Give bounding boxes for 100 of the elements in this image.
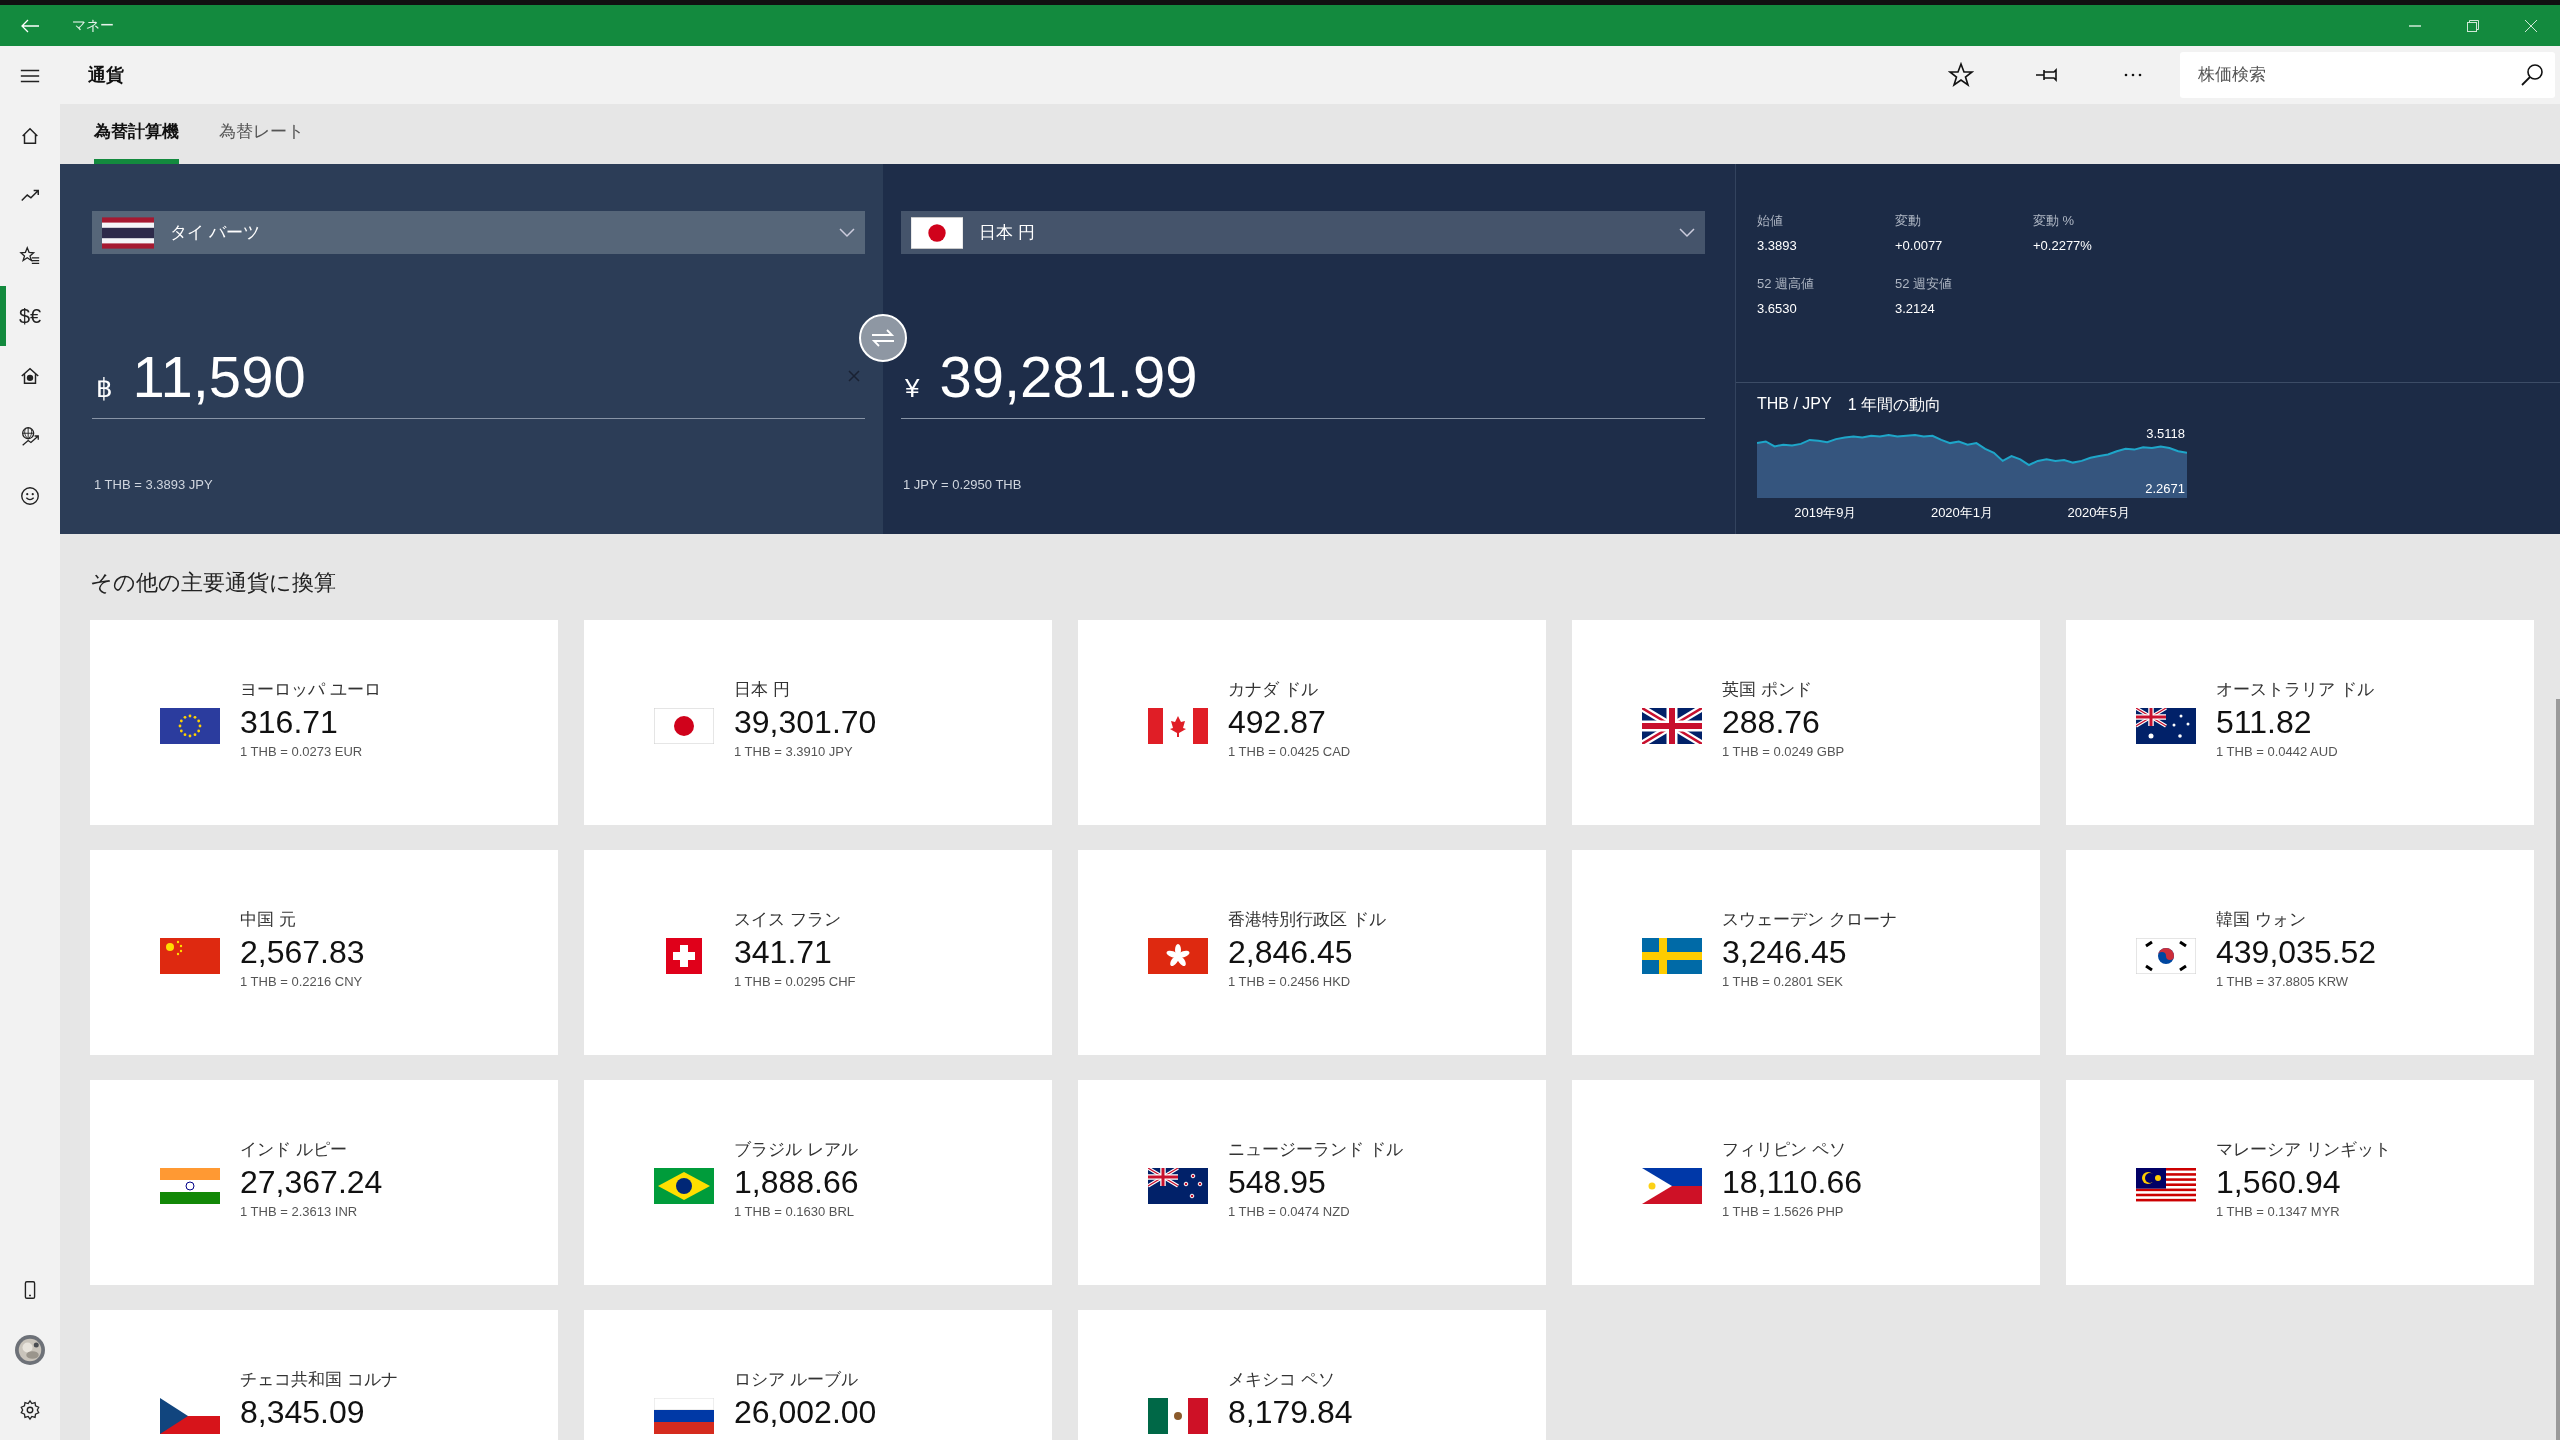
stat-value: +0.2277% (2033, 238, 2093, 253)
currency-card[interactable]: 香港特別行政区 ドル 2,846.45 1 THB = 0.2456 HKD (1078, 850, 1546, 1055)
flag-icon (654, 1168, 714, 1204)
currency-card[interactable]: カナダ ドル 492.87 1 THB = 0.0425 CAD (1078, 620, 1546, 825)
exchange-rate: 1 THB = 3.3893 JPY (93, 477, 214, 492)
currency-icon: $€ (18, 304, 42, 328)
converted-amount: 548.95 (1228, 1163, 1327, 1202)
stat-value: 3.3893 (1757, 238, 1798, 253)
star-list-icon (19, 245, 41, 267)
swap-button[interactable] (859, 314, 907, 362)
exchange-rate: 1 THB = 0.2456 HKD (1228, 973, 1352, 991)
converted-amount: 1,560.94 (2216, 1163, 2342, 1202)
currency-name: スイス フラン (734, 909, 842, 931)
page-title: 通貨 (88, 64, 124, 87)
flag-icon (1148, 938, 1208, 974)
converted-amount: 2,846.45 (1228, 933, 1354, 972)
exchange-rate: 1 THB = 0.0442 AUD (2216, 743, 2339, 761)
currency-name: スウェーデン クローナ (1722, 909, 1897, 931)
currency-name: マレーシア リンギット (2216, 1139, 2391, 1161)
converted-amount: 26,002.00 (734, 1393, 877, 1432)
minimize-icon (2408, 24, 2422, 27)
currency-card[interactable]: フィリピン ペソ 18,110.66 1 THB = 1.5626 PHP (1572, 1080, 2040, 1285)
currency-card[interactable]: ニュージーランド ドル 548.95 1 THB = 0.0474 NZD (1078, 1080, 1546, 1285)
exchange-rate: 1 THB = 0.1347 MYR (2216, 1203, 2341, 1221)
flag-icon (1148, 708, 1208, 744)
amount-value: 11,590 (132, 342, 306, 410)
currency-card[interactable]: オーストラリア ドル 511.82 1 THB = 0.0442 AUD (2066, 620, 2534, 825)
settings-icon (19, 1399, 41, 1421)
converted-amount: 439,035.52 (2216, 933, 2377, 972)
axis-label: 2020年1月 (1930, 504, 1994, 522)
currency-card[interactable]: ロシア ルーブル 26,002.00 (584, 1310, 1052, 1440)
currency-card[interactable]: マレーシア リンギット 1,560.94 1 THB = 0.1347 MYR (2066, 1080, 2534, 1285)
flag-icon (1148, 1398, 1208, 1434)
currency-card[interactable]: ヨーロッパ ユーロ 316.71 1 THB = 0.0273 EUR (90, 620, 558, 825)
currency-name: 中国 元 (240, 909, 297, 931)
currency-dropdown[interactable]: 日本 円 (901, 211, 1705, 254)
close-icon (2524, 18, 2538, 33)
back-icon[interactable] (20, 17, 40, 34)
currency-pair: THB / JPY (1757, 395, 1832, 414)
stat-label: 始値 (1757, 212, 1784, 230)
currency-card[interactable]: インド ルピー 27,367.24 1 THB = 2.3613 INR (90, 1080, 558, 1285)
currency-card[interactable]: 日本 円 39,301.70 1 THB = 3.3910 JPY (584, 620, 1052, 825)
currency-symbol: ¥ (905, 373, 920, 404)
search-field[interactable]: 株価検索 (2180, 52, 2555, 98)
flag-icon (1642, 1168, 1702, 1204)
flag-icon (1642, 938, 1702, 974)
converted-amount: 492.87 (1228, 703, 1327, 742)
currency-name: フィリピン ペソ (1722, 1139, 1847, 1161)
currency-card[interactable]: メキシコ ペソ 8,179.84 (1078, 1310, 1546, 1440)
currency-name: 香港特別行政区 ドル (1228, 909, 1386, 931)
currency-name: 日本 円 (734, 679, 791, 701)
flag-icon (2136, 1168, 2196, 1204)
stat-label: 変動 (1895, 212, 1922, 230)
star-icon (1948, 62, 1974, 88)
flag-icon (1642, 708, 1702, 744)
currency-card[interactable]: 韓国 ウォン 439,035.52 1 THB = 37.8805 KRW (2066, 850, 2534, 1055)
exchange-rate: 1 THB = 2.3613 INR (240, 1203, 359, 1221)
caret-icon (839, 227, 855, 238)
currency-dropdown[interactable]: タイ バーツ (92, 211, 865, 254)
converted-amount: 288.76 (1722, 703, 1821, 742)
exchange-rate: 1 THB = 0.0295 CHF (734, 973, 856, 991)
amount-field[interactable]: ฿ 11,590 (92, 344, 865, 419)
converted-amount: 8,345.09 (240, 1393, 366, 1432)
globe-trend-icon (19, 425, 41, 447)
tab[interactable]: 為替レート (219, 104, 304, 164)
currency-name: チェコ共和国 コルナ (240, 1369, 398, 1391)
flag-icon (160, 938, 220, 974)
converted-amount: 18,110.66 (1722, 1163, 1862, 1202)
search-input[interactable]: 株価検索 (2196, 64, 2519, 86)
house-dollar-icon (19, 365, 41, 387)
flag-icon (654, 1398, 714, 1434)
exchange-rate: 1 THB = 3.3910 JPY (734, 743, 854, 761)
converted-amount: 511.82 (2216, 703, 2313, 742)
currency-card[interactable]: ブラジル レアル 1,888.66 1 THB = 0.1630 BRL (584, 1080, 1052, 1285)
converted-amount: 39,301.70 (734, 703, 877, 742)
converted-amount: 1,888.66 (734, 1163, 859, 1202)
exchange-rate: 1 THB = 1.5626 PHP (1722, 1203, 1845, 1221)
amount-value: 39,281.99 (939, 342, 1198, 410)
converted-amount: 316.71 (240, 703, 339, 742)
currency-card[interactable]: 中国 元 2,567.83 1 THB = 0.2216 CNY (90, 850, 558, 1055)
exchange-rate: 1 THB = 0.1630 BRL (734, 1203, 856, 1221)
exchange-rate: 1 THB = 0.2216 CNY (240, 973, 364, 991)
flag-icon (654, 708, 714, 744)
currency-card[interactable]: スイス フラン 341.71 1 THB = 0.0295 CHF (584, 850, 1052, 1055)
currency-name: カナダ ドル (1228, 679, 1319, 701)
currency-name: ロシア ルーブル (734, 1369, 859, 1391)
chart-title: 1 年間の動向 (1847, 395, 1942, 415)
currency-name: 英国 ポンド (1722, 679, 1813, 701)
axis-label: 2019年9月 (1794, 504, 1857, 522)
amount-field[interactable]: ¥ 39,281.99 (901, 344, 1705, 419)
currency-card[interactable]: チェコ共和国 コルナ 8,345.09 (90, 1310, 558, 1440)
stat-label: 52 週安値 (1895, 275, 1954, 293)
flag-icon (911, 216, 963, 249)
stat-value: 3.2124 (1895, 301, 1936, 316)
currency-card[interactable]: 英国 ポンド 288.76 1 THB = 0.0249 GBP (1572, 620, 2040, 825)
currency-card[interactable]: スウェーデン クローナ 3,246.45 1 THB = 0.2801 SEK (1572, 850, 2040, 1055)
smiley-icon (19, 485, 41, 507)
window-title: マネー (72, 16, 114, 35)
exchange-rate: 1 THB = 37.8805 KRW (2216, 973, 2350, 991)
converted-amount: 8,179.84 (1228, 1393, 1353, 1432)
